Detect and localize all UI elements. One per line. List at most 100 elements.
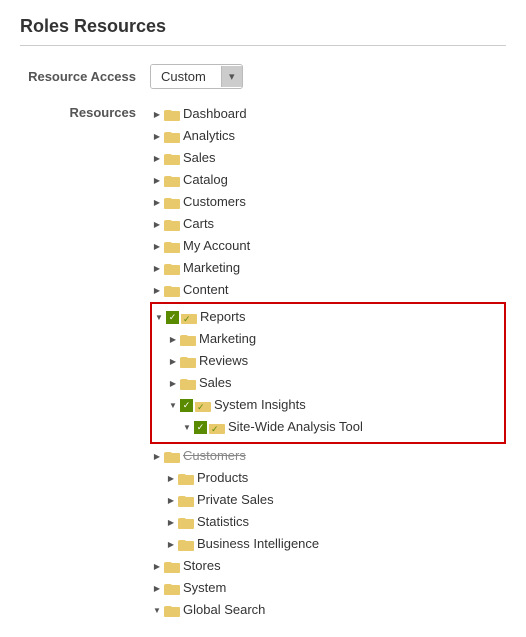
resource-access-select[interactable]: Custom ▾ (150, 64, 243, 89)
folder-icon (164, 174, 180, 187)
folder-icon (180, 355, 196, 368)
item-label: Reviews (199, 352, 248, 370)
item-label: Business Intelligence (197, 535, 319, 553)
toggle-private-sales[interactable] (164, 493, 178, 507)
toggle-global-search[interactable] (150, 603, 164, 617)
resource-access-label: Resource Access (20, 69, 150, 84)
folder-icon (178, 516, 194, 529)
folder-icon (164, 196, 180, 209)
item-label: Catalog (183, 171, 228, 189)
folder-icon-reports (181, 311, 197, 324)
item-label: Carts (183, 215, 214, 233)
toggle-stores[interactable] (150, 559, 164, 573)
item-label: Statistics (197, 513, 249, 531)
global-search-item: Global Search (150, 599, 506, 621)
folder-icon (164, 108, 180, 121)
system-insights-label: System Insights (214, 396, 306, 414)
toggle-analytics[interactable] (150, 129, 164, 143)
system-insights-item: System Insights (166, 394, 498, 416)
folder-icon (164, 152, 180, 165)
toggle-customers[interactable] (150, 195, 164, 209)
item-label: Analytics (183, 127, 235, 145)
toggle-catalog[interactable] (150, 173, 164, 187)
folder-icon-global-search (164, 604, 180, 617)
folder-icon (180, 377, 196, 390)
checkbox-system-insights[interactable] (180, 399, 193, 412)
toggle-site-wide[interactable] (180, 420, 194, 434)
toggle-reviews[interactable] (166, 354, 180, 368)
toggle-content[interactable] (150, 283, 164, 297)
toggle-customers-strike[interactable] (150, 449, 164, 463)
item-label: Sales (199, 374, 232, 392)
toggle-sales-sub[interactable] (166, 376, 180, 390)
folder-icon (164, 450, 180, 463)
list-item: Reviews (166, 350, 498, 372)
list-item: Customers (150, 191, 506, 213)
select-dropdown-arrow[interactable]: ▾ (221, 66, 242, 87)
list-item: Private Sales (164, 489, 506, 511)
item-label: Products (197, 469, 248, 487)
list-item: Dashboard (150, 103, 506, 125)
toggle-statistics[interactable] (164, 515, 178, 529)
list-item: Content (150, 279, 506, 301)
toggle-sales[interactable] (150, 151, 164, 165)
folder-icon (178, 494, 194, 507)
item-label: Customers (183, 193, 246, 211)
list-item: Marketing (150, 257, 506, 279)
item-label: Sales (183, 149, 216, 167)
item-label: Dashboard (183, 105, 247, 123)
item-label: System (183, 579, 226, 597)
list-item: System (150, 577, 506, 599)
list-item: Statistics (164, 511, 506, 533)
toggle-dashboard[interactable] (150, 107, 164, 121)
list-item: Products (164, 467, 506, 489)
list-item: My Account (150, 235, 506, 257)
site-wide-label: Site-Wide Analysis Tool (228, 418, 363, 436)
checkbox-site-wide[interactable] (194, 421, 207, 434)
list-item: Sales (150, 147, 506, 169)
checkbox-reports[interactable] (166, 311, 179, 324)
folder-icon (164, 262, 180, 275)
toggle-reports[interactable] (152, 310, 166, 324)
folder-icon (164, 240, 180, 253)
item-label: Private Sales (197, 491, 274, 509)
toggle-business-intelligence[interactable] (164, 537, 178, 551)
resource-access-value: Custom (151, 65, 221, 88)
reports-label: Reports (200, 308, 246, 326)
item-label: My Account (183, 237, 250, 255)
item-label: Content (183, 281, 229, 299)
page-title: Roles Resources (20, 16, 506, 46)
item-label: Marketing (199, 330, 256, 348)
list-item: Carts (150, 213, 506, 235)
list-item: Analytics (150, 125, 506, 147)
folder-icon-system-insights (195, 399, 211, 412)
item-label: Customers (183, 447, 246, 465)
folder-icon (164, 560, 180, 573)
toggle-marketing[interactable] (150, 261, 164, 275)
toggle-system[interactable] (150, 581, 164, 595)
toggle-marketing-sub[interactable] (166, 332, 180, 346)
list-item: Marketing (166, 328, 498, 350)
folder-icon (164, 218, 180, 231)
item-label: Stores (183, 557, 221, 575)
folder-icon (164, 582, 180, 595)
highlighted-section: Reports Marketing Reviews Sales (150, 302, 506, 444)
global-search-label: Global Search (183, 601, 265, 619)
toggle-carts[interactable] (150, 217, 164, 231)
reports-item: Reports (152, 306, 498, 328)
toggle-system-insights[interactable] (166, 398, 180, 412)
toggle-my-account[interactable] (150, 239, 164, 253)
item-label: Marketing (183, 259, 240, 277)
tree-container: Dashboard Analytics Sales Catalog Custom… (150, 103, 506, 621)
list-item: Sales (166, 372, 498, 394)
folder-icon (164, 284, 180, 297)
toggle-products[interactable] (164, 471, 178, 485)
resources-label: Resources (20, 103, 150, 120)
folder-icon (180, 333, 196, 346)
list-item: Catalog (150, 169, 506, 191)
site-wide-item: Site-Wide Analysis Tool (180, 416, 498, 438)
list-item: Stores (150, 555, 506, 577)
list-item: Customers (150, 445, 506, 467)
folder-icon-site-wide (209, 421, 225, 434)
folder-icon (164, 130, 180, 143)
